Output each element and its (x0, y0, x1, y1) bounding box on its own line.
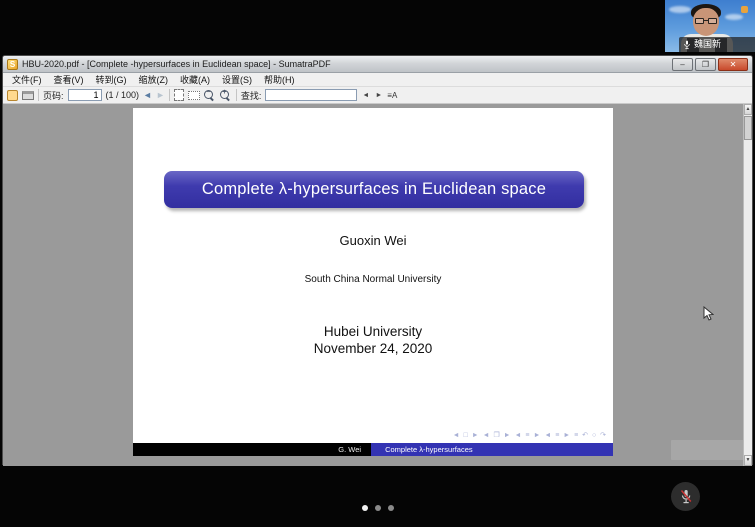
overlay-remnant-box (671, 440, 745, 460)
find-label: 查找: (241, 89, 262, 102)
minimize-button[interactable]: – (672, 58, 693, 71)
toolbar-separator (169, 89, 170, 101)
menu-help[interactable]: 帮助(H) (258, 73, 301, 87)
scroll-up-icon[interactable]: ▲ (744, 104, 752, 115)
participant-video-tile[interactable]: 魏国新 (665, 0, 755, 52)
sumatrapdf-app-icon: S (7, 59, 18, 70)
page-count-text: (1 / 100) (106, 90, 140, 100)
window-titlebar[interactable]: S HBU-2020.pdf - [Complete -hypersurface… (3, 56, 752, 73)
page-number-input[interactable] (68, 89, 102, 101)
find-next-icon[interactable]: ► (374, 92, 383, 99)
menu-zoom[interactable]: 缩放(Z) (133, 73, 175, 87)
pdf-page[interactable]: Complete λ-hypersurfaces in Euclidean sp… (133, 108, 613, 456)
slide-author: Guoxin Wei (133, 233, 613, 248)
mouse-cursor (703, 306, 714, 322)
carousel-dot[interactable] (388, 505, 394, 511)
microphone-icon (683, 40, 691, 50)
menu-view[interactable]: 查看(V) (48, 73, 90, 87)
carousel-dot[interactable] (362, 505, 368, 511)
toolbar: 页码: (1 / 100) ◄ ► − + 查找: ◄ ► ≡A (3, 87, 752, 104)
participant-name: 魏国新 (694, 37, 721, 52)
match-case-icon[interactable]: ≡A (387, 91, 397, 100)
cloud-shape (725, 14, 743, 20)
close-button[interactable]: ✕ (718, 58, 748, 71)
slide-footer-author: G. Wei (133, 443, 371, 456)
slide-footer: G. Wei Complete λ-hypersurfaces (133, 443, 613, 456)
scrollbar-thumb[interactable] (744, 116, 752, 140)
toolbar-separator (38, 89, 39, 101)
menu-favorites[interactable]: 收藏(A) (174, 73, 216, 87)
beamer-navigation-symbols[interactable]: ◄ □ ► ◄ ❐ ► ◄ ≡ ► ◄ ≡ ► ≡ ↶ ○ ↷ (453, 431, 607, 439)
menu-settings[interactable]: 设置(S) (216, 73, 258, 87)
print-icon[interactable] (22, 91, 34, 100)
slide-title: Complete λ-hypersurfaces in Euclidean sp… (202, 180, 546, 199)
carousel-dots (0, 505, 755, 511)
conference-screen: 魏国新 S HBU-2020.pdf - [Complete -hypersur… (0, 0, 755, 527)
find-previous-icon[interactable]: ◄ (361, 92, 370, 99)
history-back-icon[interactable]: ◄ (143, 90, 152, 100)
toolbar-separator (236, 89, 237, 101)
fit-page-icon[interactable] (174, 89, 184, 101)
participant-glasses (695, 18, 717, 24)
slide-affiliation: South China Normal University (133, 274, 613, 285)
menu-bar: 文件(F) 查看(V) 转到(G) 缩放(Z) 收藏(A) 设置(S) 帮助(H… (3, 73, 752, 87)
scroll-down-icon[interactable]: ▼ (744, 455, 752, 466)
slide-title-box: Complete λ-hypersurfaces in Euclidean sp… (164, 171, 584, 208)
slide-footer-title: Complete λ-hypersurfaces (371, 443, 613, 456)
microphone-muted-icon (679, 489, 693, 505)
participant-name-bar: 魏国新 (679, 37, 755, 52)
find-input[interactable] (265, 89, 357, 101)
open-file-icon[interactable] (7, 90, 18, 101)
cloud-shape (669, 6, 691, 13)
carousel-dot[interactable] (375, 505, 381, 511)
zoom-in-icon[interactable]: + (220, 90, 230, 100)
menu-goto[interactable]: 转到(G) (90, 73, 133, 87)
sumatrapdf-window: S HBU-2020.pdf - [Complete -hypersurface… (2, 55, 753, 465)
slide-date: November 24, 2020 (133, 341, 613, 356)
zoom-out-icon[interactable]: − (204, 90, 214, 100)
mute-toggle-button[interactable] (671, 482, 700, 511)
slide-venue: Hubei University (133, 324, 613, 339)
page-number-label: 页码: (43, 89, 64, 102)
restore-button[interactable]: ❐ (695, 58, 716, 71)
window-title: HBU-2020.pdf - [Complete -hypersurfaces … (22, 59, 331, 69)
vertical-scrollbar[interactable]: ▲ ▼ (743, 104, 752, 466)
network-signal-icon (741, 6, 748, 13)
menu-file[interactable]: 文件(F) (6, 73, 48, 87)
fit-width-icon[interactable] (188, 91, 200, 100)
document-canvas[interactable]: Complete λ-hypersurfaces in Euclidean sp… (3, 104, 752, 466)
history-forward-icon[interactable]: ► (156, 90, 165, 100)
